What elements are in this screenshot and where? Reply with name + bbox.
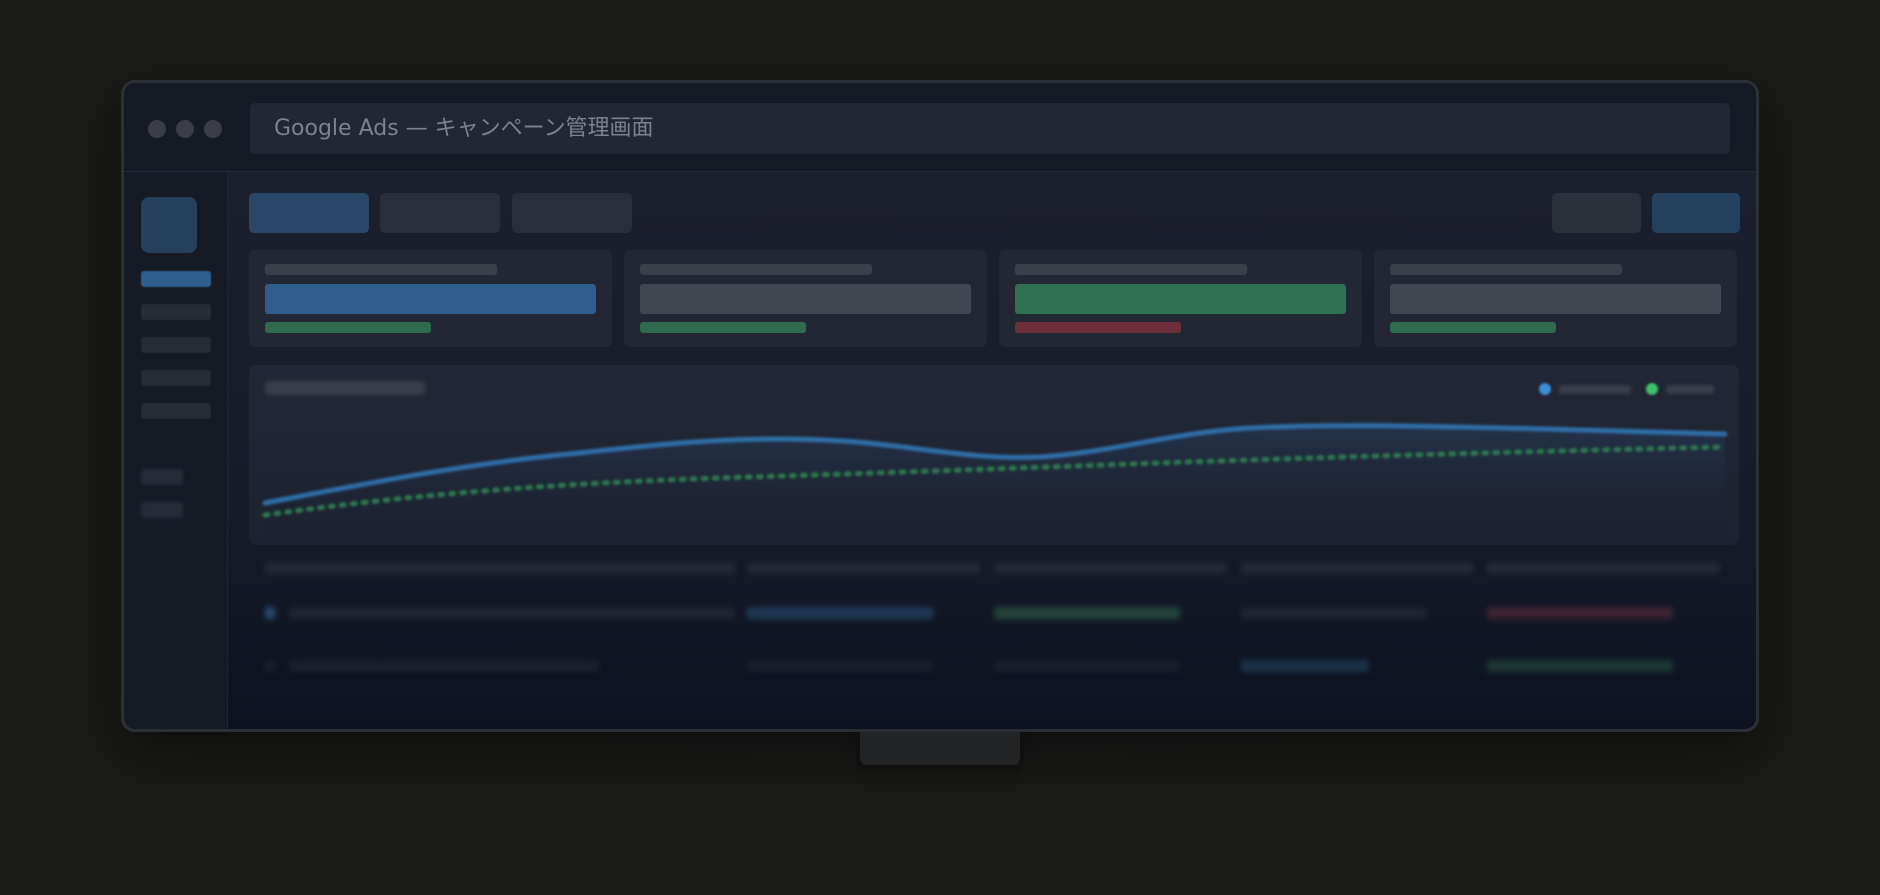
tab[interactable] (380, 193, 500, 233)
kpi-change (1015, 322, 1181, 333)
row-expand-icon[interactable] (265, 607, 275, 619)
kpi-change (265, 322, 431, 333)
kpi-value (1390, 284, 1721, 314)
monitor-stand (860, 732, 1020, 765)
sidebar-item[interactable] (141, 370, 211, 386)
kpi-value (1015, 284, 1346, 314)
table-cell (1241, 607, 1427, 619)
kpi-card[interactable] (249, 250, 612, 347)
app-logo[interactable] (141, 197, 197, 253)
table-header (265, 562, 735, 574)
campaign-table (249, 562, 1739, 722)
kpi-card[interactable] (1374, 250, 1737, 347)
tab-active[interactable] (249, 193, 369, 233)
kpi-label (1390, 264, 1622, 275)
sidebar (124, 172, 228, 729)
sidebar-item[interactable] (141, 304, 211, 320)
window-maximize-dot[interactable] (204, 120, 222, 138)
sidebar-item-active[interactable] (141, 271, 211, 287)
kpi-label (265, 264, 497, 275)
table-cell (1241, 660, 1369, 672)
table-row[interactable] (289, 660, 599, 672)
table-cell (1487, 607, 1673, 619)
row-expand-icon[interactable] (265, 660, 275, 672)
table-cell (747, 660, 933, 672)
address-bar[interactable]: Google Ads — キャンペーン管理画面 (250, 103, 1730, 154)
table-header (747, 562, 980, 574)
table-header (1487, 562, 1720, 574)
kpi-label (1015, 264, 1247, 275)
table-header (1241, 562, 1474, 574)
browser-titlebar: Google Ads — キャンペーン管理画面 (124, 83, 1756, 172)
tab[interactable] (512, 193, 632, 233)
table-cell (994, 660, 1180, 672)
kpi-value (640, 284, 971, 314)
kpi-card[interactable] (999, 250, 1362, 347)
performance-chart (249, 365, 1739, 545)
area-fill (265, 425, 1725, 533)
sidebar-item[interactable] (141, 469, 183, 485)
kpi-label (640, 264, 872, 275)
main-content (228, 172, 1756, 729)
kpi-value (265, 284, 596, 314)
kpi-change (1390, 322, 1556, 333)
sidebar-item[interactable] (141, 403, 211, 419)
table-cell (1487, 660, 1673, 672)
primary-button[interactable] (1652, 193, 1740, 233)
toolbar-button[interactable] (1552, 193, 1641, 233)
table-cell (747, 607, 933, 619)
kpi-card[interactable] (624, 250, 987, 347)
monitor-frame: Google Ads — キャンペーン管理画面 (121, 80, 1759, 732)
table-header (994, 562, 1227, 574)
table-row[interactable] (289, 607, 735, 619)
window-minimize-dot[interactable] (176, 120, 194, 138)
table-cell (994, 607, 1180, 619)
kpi-change (640, 322, 806, 333)
window-close-dot[interactable] (148, 120, 166, 138)
chart-plot (262, 423, 1728, 533)
sidebar-item[interactable] (141, 337, 211, 353)
sidebar-item[interactable] (141, 502, 183, 518)
